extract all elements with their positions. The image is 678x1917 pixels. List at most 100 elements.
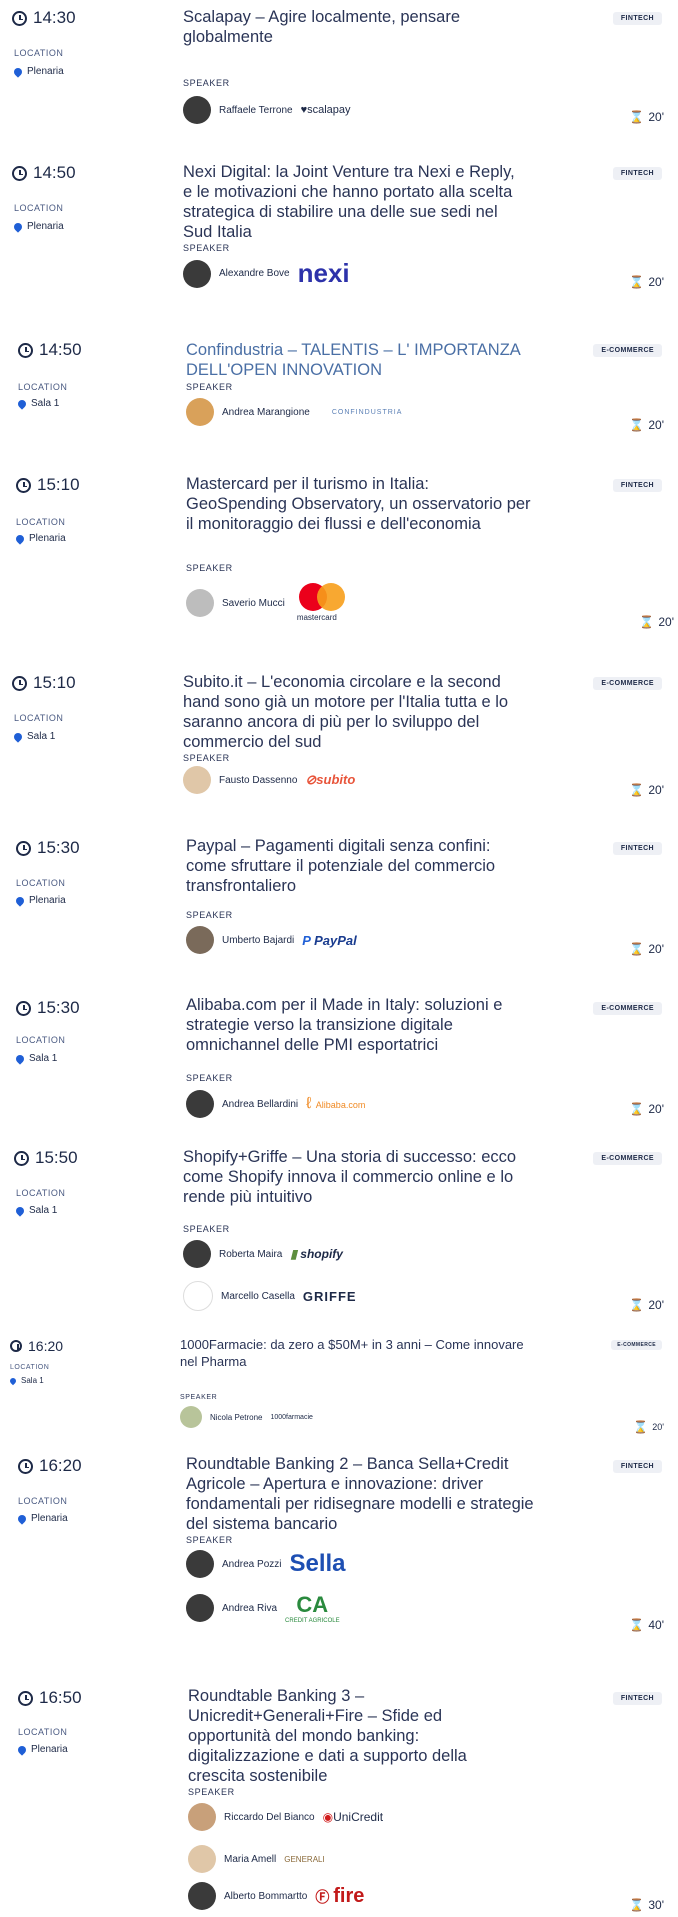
- session-card: 14:30 LOCATION Plenaria Scalapay – Agire…: [0, 0, 678, 150]
- session-title[interactable]: Roundtable Banking 2 – Banca Sella+Credi…: [186, 1454, 536, 1534]
- duration: ⌛ 20': [629, 783, 664, 797]
- location-pin-icon: [14, 1052, 26, 1065]
- session-card: 15:50 LOCATION Sala 1 Shopify+Griffe – U…: [0, 1140, 678, 1325]
- session-card: 14:50 LOCATION Plenaria Nexi Digital: la…: [0, 155, 678, 315]
- location-label: LOCATION: [18, 1496, 68, 1506]
- speaker-row[interactable]: Umberto Bajardi P PayPal: [186, 926, 357, 954]
- company-logo: ⊘subito: [305, 772, 356, 787]
- session-location[interactable]: Sala 1: [12, 730, 55, 743]
- avatar: [188, 1882, 216, 1910]
- session-title[interactable]: Subito.it – L'economia circolare e la se…: [183, 672, 533, 752]
- speaker-name: Maria Amell: [224, 1853, 277, 1865]
- duration: ⌛ 20': [629, 110, 664, 124]
- subito-icon: ⊘: [305, 772, 317, 787]
- session-title[interactable]: Mastercard per il turismo in Italia: Geo…: [186, 474, 531, 534]
- session-title[interactable]: Shopify+Griffe – Una storia di successo:…: [183, 1147, 528, 1207]
- clock-icon: [12, 10, 27, 26]
- session-location[interactable]: Sala 1: [14, 1052, 57, 1065]
- mastercard-logo: mastercard: [293, 583, 355, 623]
- speaker-row[interactable]: Alberto Bommartto Ⓕ fire: [188, 1882, 364, 1910]
- hourglass-icon: ⌛: [639, 615, 655, 629]
- session-title[interactable]: Nexi Digital: la Joint Venture tra Nexi …: [183, 162, 523, 242]
- speaker-label: SPEAKER: [180, 1394, 218, 1401]
- company-logo: GRIFFE: [302, 1288, 357, 1304]
- speaker-name: Raffaele Terrone: [219, 104, 293, 116]
- session-time: 14:30: [12, 8, 76, 28]
- clock-icon: [16, 840, 31, 856]
- category-tag: E-COMMERCE: [611, 1340, 662, 1350]
- location-label: LOCATION: [10, 1364, 50, 1371]
- location-pin-icon: [12, 730, 24, 743]
- speaker-label: SPEAKER: [186, 563, 233, 573]
- duration: ⌛ 20': [633, 1420, 664, 1434]
- session-title[interactable]: Roundtable Banking 3 – Unicredit+General…: [188, 1686, 518, 1786]
- session-card: 14:50 LOCATION Sala 1 Confindustria – TA…: [0, 330, 678, 465]
- clock-icon: [12, 165, 27, 181]
- speaker-row[interactable]: Andrea Bellardini ℓ Alibaba.com: [186, 1090, 365, 1118]
- location-pin-icon: [14, 1204, 26, 1217]
- company-logo: GENERALI: [284, 1854, 325, 1864]
- duration: ⌛ 20': [639, 615, 674, 629]
- speaker-label: SPEAKER: [186, 1535, 233, 1545]
- session-card: 15:30 LOCATION Sala 1 Alibaba.com per il…: [0, 990, 678, 1140]
- speaker-row[interactable]: Marcello Casella GRIFFE: [183, 1281, 357, 1311]
- hourglass-icon: ⌛: [633, 1420, 649, 1434]
- speaker-row[interactable]: Riccardo Del Bianco ◉UniCredit: [188, 1803, 383, 1831]
- avatar: [186, 926, 214, 954]
- speaker-row[interactable]: Roberta Maira ▮ shopify: [183, 1240, 343, 1268]
- category-tag: FINTECH: [612, 1692, 662, 1705]
- speaker-row[interactable]: Saverio Mucci mastercard: [186, 583, 355, 623]
- hourglass-icon: ⌛: [629, 275, 645, 289]
- speaker-row[interactable]: Fausto Dassenno ⊘subito: [183, 766, 355, 794]
- speaker-name: Alberto Bommartto: [224, 1890, 308, 1902]
- location-label: LOCATION: [18, 382, 68, 392]
- session-title[interactable]: Scalapay – Agire localmente, pensare glo…: [183, 7, 503, 47]
- location-label: LOCATION: [14, 203, 64, 213]
- speaker-name: Alexandre Bove: [219, 268, 290, 279]
- session-location[interactable]: Plenaria: [12, 65, 64, 78]
- location-pin-icon: [14, 532, 26, 545]
- speaker-row[interactable]: Maria Amell GENERALI: [188, 1845, 325, 1873]
- company-logo: ℓ Alibaba.com: [306, 1095, 366, 1112]
- clock-icon: [18, 1458, 33, 1474]
- speaker-label: SPEAKER: [183, 243, 230, 253]
- speaker-row[interactable]: Andrea Riva CA CREDIT AGRICOLE: [186, 1592, 340, 1624]
- session-title[interactable]: Paypal – Pagamenti digitali senza confin…: [186, 836, 526, 896]
- company-logo: CA CREDIT AGRICOLE: [285, 1592, 340, 1624]
- session-location[interactable]: Sala 1: [8, 1376, 44, 1385]
- avatar: [183, 96, 211, 124]
- session-location[interactable]: Plenaria: [16, 1512, 68, 1525]
- session-location[interactable]: Plenaria: [14, 532, 66, 545]
- location-label: LOCATION: [14, 713, 64, 723]
- hourglass-icon: ⌛: [629, 110, 645, 124]
- session-location[interactable]: Sala 1: [16, 397, 59, 410]
- category-tag: FINTECH: [612, 12, 662, 25]
- location-pin-icon: [16, 1743, 28, 1756]
- location-label: LOCATION: [16, 878, 66, 888]
- session-location[interactable]: Plenaria: [12, 220, 64, 233]
- session-location[interactable]: Sala 1: [14, 1204, 57, 1217]
- speaker-row[interactable]: Andrea Pozzi Sella: [186, 1550, 346, 1578]
- speaker-row[interactable]: Andrea Marangione CONFINDUSTRIA: [186, 398, 402, 426]
- session-location[interactable]: Plenaria: [16, 1743, 68, 1756]
- session-title[interactable]: Alibaba.com per il Made in Italy: soluzi…: [186, 995, 531, 1055]
- speaker-row[interactable]: Alexandre Bove nexi: [183, 258, 350, 289]
- hourglass-icon: ⌛: [629, 1618, 645, 1632]
- session-location[interactable]: Plenaria: [14, 894, 66, 907]
- speaker-name: Riccardo Del Bianco: [224, 1811, 315, 1823]
- speaker-name: Andrea Bellardini: [222, 1098, 299, 1110]
- location-pin-icon: [16, 1512, 28, 1525]
- clock-icon: [10, 1340, 22, 1352]
- speaker-row[interactable]: Raffaele Terrone ♥scalapay: [183, 96, 351, 124]
- speaker-row[interactable]: Nicola Petrone 1000farmacie: [180, 1406, 313, 1428]
- session-card: 16:20 LOCATION Sala 1 1000Farmacie: da z…: [0, 1330, 678, 1445]
- speaker-label: SPEAKER: [186, 382, 233, 392]
- session-time: 15:10: [16, 475, 80, 495]
- session-title[interactable]: Confindustria – TALENTIS – L' IMPORTANZA…: [186, 340, 526, 380]
- session-time: 15:10: [12, 673, 76, 693]
- company-logo: mastercard: [296, 613, 337, 622]
- speaker-label: SPEAKER: [186, 1073, 233, 1083]
- session-title[interactable]: 1000Farmacie: da zero a $50M+ in 3 anni …: [180, 1336, 530, 1370]
- session-card: 15:30 LOCATION Plenaria Paypal – Pagamen…: [0, 830, 678, 990]
- clock-icon: [18, 342, 33, 358]
